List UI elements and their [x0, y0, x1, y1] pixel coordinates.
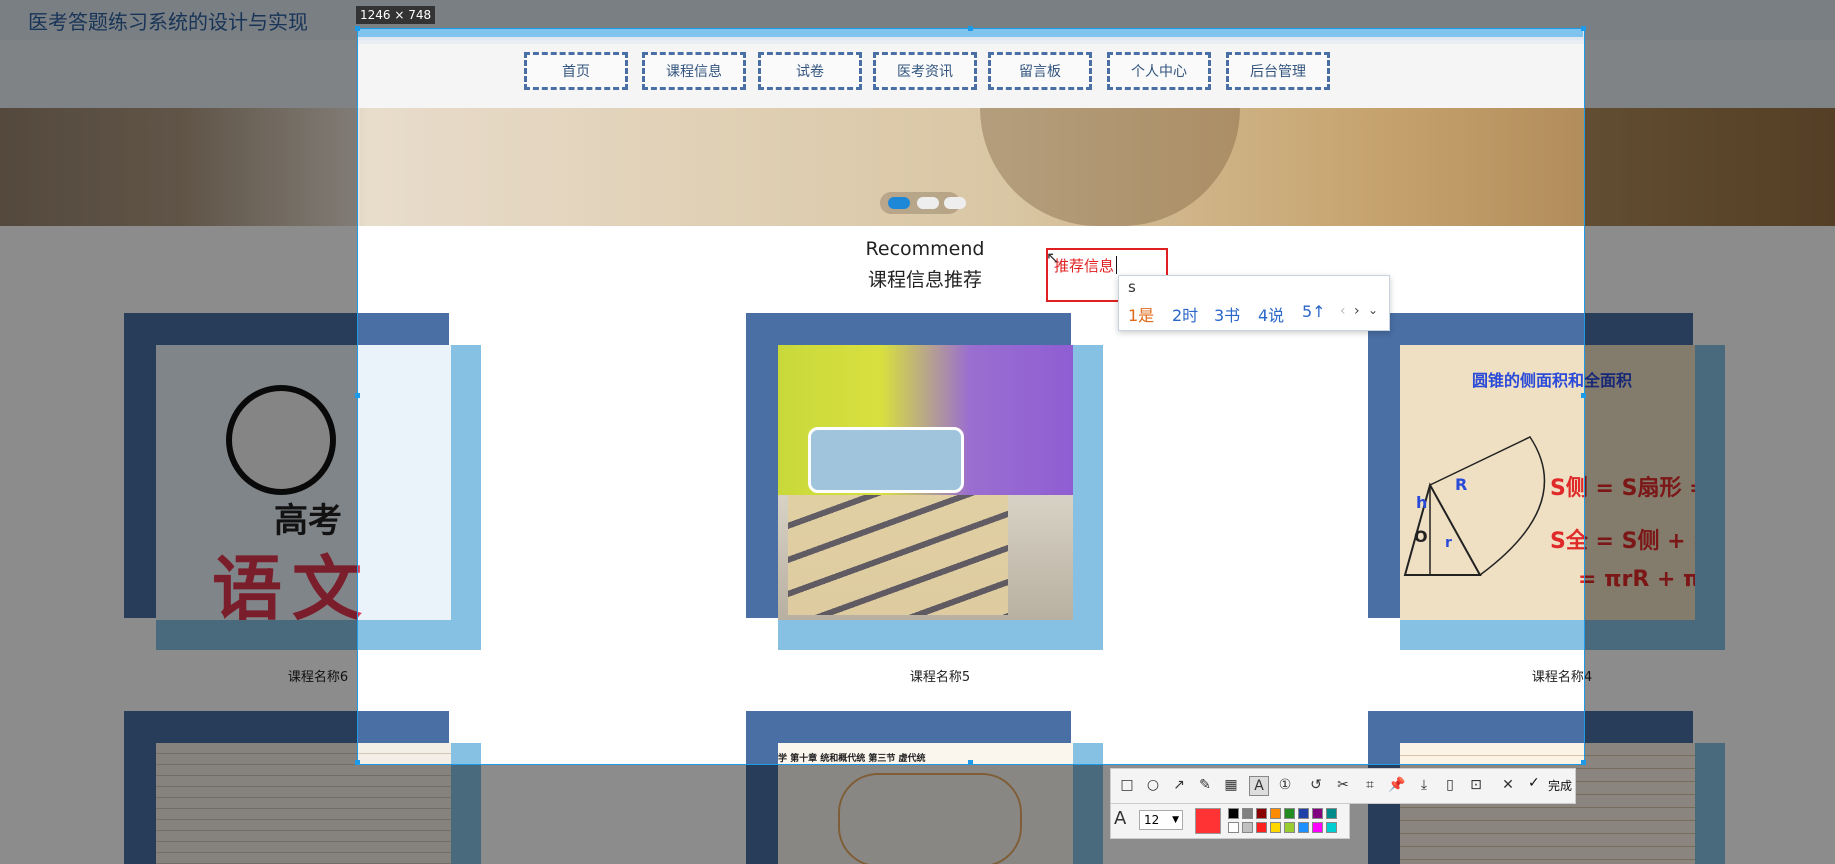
chevron-down-icon: ▼ — [1172, 815, 1179, 825]
ime-input-text: s — [1128, 278, 1136, 296]
close-icon[interactable]: ✕ — [1499, 776, 1517, 794]
undo-icon[interactable]: ↺ — [1307, 776, 1325, 794]
color-swatch-navy[interactable] — [1298, 808, 1309, 819]
resize-handle-br[interactable] — [1581, 760, 1586, 765]
color-swatch-cyan[interactable] — [1326, 822, 1337, 833]
resize-handle-tl[interactable] — [355, 26, 360, 31]
color-swatch-yellow[interactable] — [1270, 822, 1281, 833]
font-size-value: 12 — [1144, 813, 1160, 827]
resize-handle-t[interactable] — [968, 26, 973, 31]
phone-icon[interactable]: ▯ — [1441, 776, 1459, 794]
resize-handle-r[interactable] — [1581, 393, 1586, 398]
color-swatch-lime[interactable] — [1284, 822, 1295, 833]
pin-icon[interactable]: 📌 — [1388, 776, 1406, 794]
color-swatch-darkred[interactable] — [1256, 808, 1267, 819]
ime-candidate-3[interactable]: 3书 — [1214, 302, 1240, 326]
dim-overlay-top — [0, 0, 1835, 28]
done-button[interactable]: 完成 — [1548, 777, 1572, 794]
ime-candidate-4[interactable]: 4说 — [1258, 302, 1284, 326]
arrow-tool-icon[interactable]: ↗ — [1170, 776, 1188, 794]
bookmark-icon[interactable]: ⊡ — [1467, 776, 1485, 794]
dim-overlay-left — [0, 28, 357, 864]
check-icon[interactable]: ✓ — [1528, 775, 1540, 791]
ime-candidate-1[interactable]: 1是 — [1128, 302, 1154, 326]
color-swatch-white[interactable] — [1228, 822, 1239, 833]
color-swatch-orange[interactable] — [1270, 808, 1281, 819]
ime-candidate-popup — [1118, 275, 1390, 331]
number-tool-icon[interactable]: ① — [1276, 776, 1294, 794]
resize-handle-b[interactable] — [968, 760, 973, 765]
dim-overlay-right — [1584, 28, 1835, 864]
rectangle-tool-icon[interactable]: □ — [1118, 776, 1136, 794]
resize-handle-l[interactable] — [355, 393, 360, 398]
color-swatch-blue[interactable] — [1298, 822, 1309, 833]
resize-handle-bl[interactable] — [355, 760, 360, 765]
current-color-swatch[interactable] — [1195, 808, 1221, 834]
ellipse-tool-icon[interactable]: ○ — [1144, 776, 1162, 794]
color-swatch-black[interactable] — [1228, 808, 1239, 819]
color-swatch-purple[interactable] — [1312, 808, 1323, 819]
ime-prev-icon[interactable]: ‹ — [1340, 303, 1346, 319]
color-swatch-silver[interactable] — [1242, 822, 1253, 833]
capture-size-label: 1246 × 748 — [356, 6, 436, 24]
ime-expand-icon[interactable]: ⌄ — [1368, 303, 1378, 317]
mouse-pointer-icon: ↖ — [1046, 248, 1060, 267]
text-cursor — [1116, 256, 1117, 274]
mosaic-tool-icon[interactable]: ▦ — [1222, 776, 1240, 794]
color-swatch-green[interactable] — [1284, 808, 1295, 819]
resize-handle-tr[interactable] — [1581, 26, 1586, 31]
font-icon: A — [1114, 808, 1127, 829]
text-annotation-content[interactable]: 推荐信息 — [1054, 255, 1114, 276]
ime-candidate-2[interactable]: 2时 — [1172, 302, 1198, 326]
ime-next-icon[interactable]: › — [1354, 303, 1360, 319]
color-swatch-gray[interactable] — [1242, 808, 1253, 819]
color-swatch-teal[interactable] — [1326, 808, 1337, 819]
download-icon[interactable]: ⤓ — [1415, 776, 1433, 794]
font-size-select[interactable]: 12 ▼ — [1139, 810, 1183, 830]
translate-icon[interactable]: ⌗ — [1361, 776, 1379, 794]
color-swatch-red[interactable] — [1256, 822, 1267, 833]
text-tool-icon[interactable]: A — [1249, 776, 1269, 796]
color-swatch-magenta[interactable] — [1312, 822, 1323, 833]
ime-candidate-5[interactable]: 5↑ — [1302, 302, 1326, 321]
pen-tool-icon[interactable]: ✎ — [1196, 776, 1214, 794]
capture-selection[interactable] — [357, 28, 1585, 765]
ocr-icon[interactable]: ✂ — [1334, 776, 1352, 794]
